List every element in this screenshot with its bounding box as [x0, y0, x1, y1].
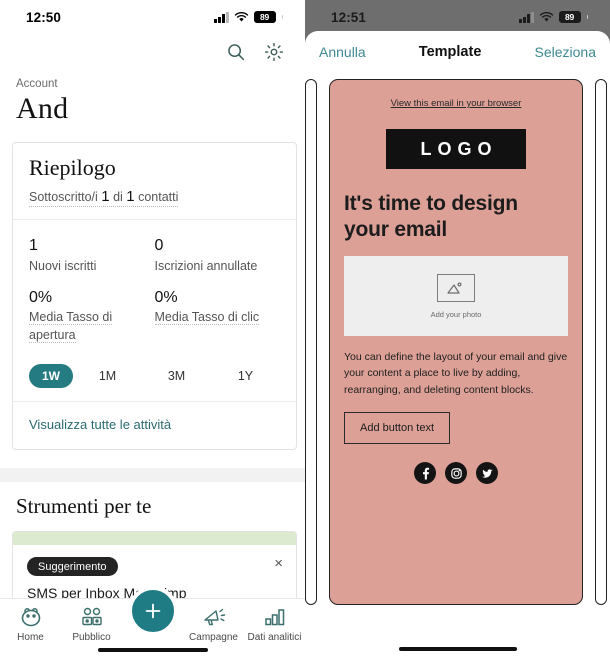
twitter-icon[interactable]: [476, 462, 498, 485]
cellular-signal-icon: [519, 11, 534, 23]
status-time: 12:51: [331, 9, 367, 25]
tip-banner: [13, 531, 296, 545]
right-screen-template-picker: 12:51 89 Annulla Template Seleziona View…: [305, 0, 610, 660]
stat-value: 0: [154, 236, 164, 254]
range-3m[interactable]: 3M: [142, 364, 211, 388]
battery-level: 89: [558, 11, 581, 23]
view-all-activity-link[interactable]: Visualizza tutte le attività: [29, 417, 171, 432]
tab-home[interactable]: Home: [0, 605, 61, 643]
status-bar: 12:50 89: [0, 0, 305, 34]
range-selector: 1W 1M 3M 1Y: [13, 362, 296, 402]
select-button[interactable]: Seleziona: [534, 44, 596, 60]
view-in-browser-link[interactable]: View this email in your browser: [344, 98, 568, 109]
stat-click-rate: 0% Media Tasso di clic: [154, 288, 281, 344]
battery-tip-icon: [281, 15, 283, 19]
stat-label: Iscrizioni annullate: [154, 258, 258, 273]
summary-title: Riepilogo: [29, 155, 116, 181]
template-carousel[interactable]: View this email in your browser LOGO It'…: [305, 79, 610, 660]
gear-icon[interactable]: [263, 41, 285, 63]
stat-label: Nuovi iscritti: [29, 258, 97, 273]
tab-label: Campagne: [189, 632, 238, 643]
header-actions: [0, 34, 305, 68]
close-icon[interactable]: ×: [274, 556, 283, 571]
template-headline: It's time to design your email: [344, 192, 518, 241]
left-screen-dashboard: 12:50 89 Account And Riepilogo Sottoscri…: [0, 0, 305, 660]
wifi-icon: [539, 11, 554, 23]
logo: LOGO: [386, 129, 526, 169]
template-sheet: Annulla Template Seleziona View this ema…: [305, 31, 610, 660]
tab-audience[interactable]: Pubblico: [61, 605, 122, 643]
tab-label: Dati analitici: [247, 632, 302, 643]
summary-card-header: Riepilogo Sottoscritto/i 1 di 1 contatti: [13, 143, 296, 220]
stat-value: 0%: [29, 288, 53, 306]
megaphone-icon: [183, 605, 244, 629]
cancel-button[interactable]: Annulla: [319, 44, 366, 60]
photo-placeholder[interactable]: Add your photo: [344, 256, 568, 337]
stat-new-subscribers: 1 Nuovi iscritti: [29, 236, 155, 274]
stat-value: 0%: [154, 288, 178, 306]
subtitle-prefix: Sottoscritto/i: [29, 189, 102, 204]
cellular-signal-icon: [214, 11, 229, 23]
account-name: And: [16, 92, 69, 125]
tab-label: Pubblico: [72, 632, 111, 643]
subtitle-mid: di: [109, 189, 127, 204]
status-bar: 12:51 89: [305, 0, 610, 34]
template-card-current[interactable]: View this email in your browser LOGO It'…: [329, 79, 583, 605]
stat-open-rate: 0% Media Tasso di apertura: [29, 288, 155, 344]
battery-level: 89: [253, 11, 276, 23]
plus-icon: [142, 600, 164, 622]
stat-value: 1: [29, 236, 38, 254]
status-badge: Suggerimento: [27, 557, 118, 577]
section-divider: [0, 467, 305, 482]
audience-icon: [61, 605, 122, 629]
page-title: Template: [418, 43, 482, 60]
subtitle-count-total: 1: [126, 187, 135, 205]
status-indicators: 89: [519, 11, 588, 23]
mailchimp-freddie-icon: [0, 605, 61, 629]
tab-label: Home: [17, 632, 44, 643]
social-links: [344, 462, 568, 485]
instagram-icon[interactable]: [445, 462, 467, 485]
summary-subtitle: Sottoscritto/i 1 di 1 contatti: [29, 187, 179, 207]
stat-label: Media Tasso di clic: [154, 309, 260, 325]
template-card-next[interactable]: [595, 79, 607, 605]
range-1m[interactable]: 1M: [73, 364, 142, 388]
home-indicator: [398, 646, 517, 651]
home-indicator: [97, 647, 208, 652]
add-button-text-button[interactable]: Add button text: [344, 412, 450, 445]
bar-chart-icon: [244, 605, 305, 629]
account-label: Account: [16, 78, 58, 90]
create-button[interactable]: [127, 586, 178, 636]
template-body-text: You can define the layout of your email …: [344, 351, 568, 396]
template-card-previous[interactable]: [305, 79, 317, 605]
image-icon: [437, 273, 475, 302]
tab-analytics[interactable]: Dati analitici: [244, 605, 305, 643]
photo-caption: Add your photo: [430, 309, 482, 319]
status-time: 12:50: [26, 9, 62, 25]
range-1w[interactable]: 1W: [29, 363, 73, 388]
battery-tip-icon: [586, 15, 588, 19]
summary-stats: 1 Nuovi iscritti 0 Iscrizioni annullate …: [13, 220, 296, 362]
tools-section-title: Strumenti per te: [16, 493, 152, 518]
dual-screenshot: 12:50 89 Account And Riepilogo Sottoscri…: [0, 0, 610, 660]
range-1y[interactable]: 1Y: [211, 364, 280, 388]
summary-card-footer: Visualizza tutte le attività: [13, 402, 296, 449]
subtitle-count-subscribed: 1: [101, 187, 110, 205]
status-indicators: 89: [214, 11, 283, 23]
facebook-icon[interactable]: [414, 462, 436, 485]
sheet-nav-bar: Annulla Template Seleziona: [305, 31, 610, 72]
summary-card: Riepilogo Sottoscritto/i 1 di 1 contatti…: [12, 142, 297, 450]
wifi-icon: [234, 11, 249, 23]
search-icon[interactable]: [225, 41, 247, 63]
stat-unsubscribes: 0 Iscrizioni annullate: [155, 236, 281, 274]
tab-campaigns[interactable]: Campagne: [183, 605, 244, 643]
stat-label: Media Tasso di apertura: [29, 309, 113, 343]
subtitle-suffix: contatti: [134, 189, 179, 204]
